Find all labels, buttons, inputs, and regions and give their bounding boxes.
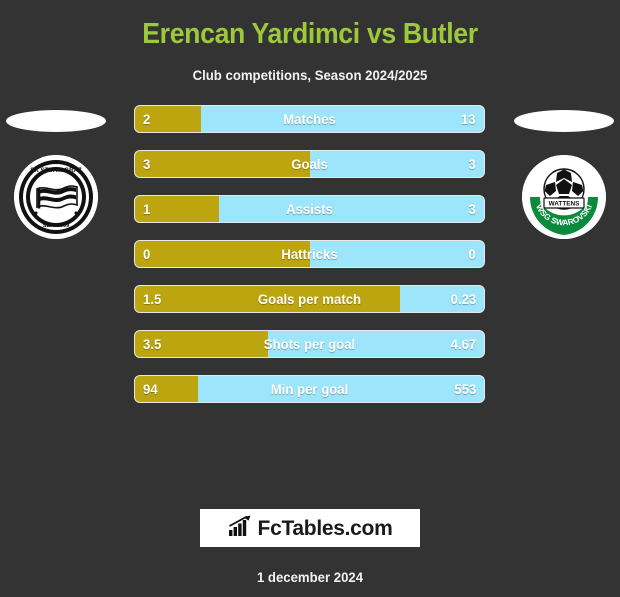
away-value-goals: 3 [468, 156, 476, 172]
away-team-crest: WATTENS WSG SWAROVSKI [522, 155, 606, 239]
stat-label-matches: Matches [283, 111, 336, 127]
footer-date: 1 december 2024 [256, 569, 364, 585]
stat-label-shots-per-goal: Shots per goal [263, 336, 356, 352]
stat-row-assists: 1 Assists 3 [134, 195, 485, 223]
away-value-hattricks: 0 [468, 246, 476, 262]
stat-label-goals: Goals [291, 156, 328, 172]
brand-text: FcTables.com [257, 516, 393, 540]
stat-label-hattricks: Hattricks [281, 246, 338, 262]
away-value-goals-per-match: 0.23 [450, 291, 476, 307]
fctables-brand-logo[interactable]: FcTables.com [200, 509, 420, 547]
away-value-shots-per-goal: 4.67 [450, 336, 476, 352]
stat-label-assists: Assists [286, 201, 333, 217]
bar-chart-growth-icon [228, 515, 252, 542]
away-value-assists: 3 [468, 201, 476, 217]
stat-row-goals: 3 Goals 3 [134, 150, 485, 178]
stat-label-min-per-goal: Min per goal [270, 381, 349, 397]
stat-row-matches: 2 Matches 13 [134, 105, 485, 133]
svg-text:SEIT 1909: SEIT 1909 [43, 223, 69, 229]
stats-bar-list: 2 Matches 13 3 Goals 3 1 Assists 3 0 Hat… [134, 105, 485, 420]
stat-row-goals-per-match: 1.5 Goals per match 0.23 [134, 285, 485, 313]
stat-label-goals-per-match: Goals per match [257, 291, 362, 307]
comparison-area: SK STURM GRAZ SEIT 1909 WATTENS WSG SWAR… [0, 105, 620, 405]
decorative-ellipse-right [514, 110, 614, 132]
home-team-crest: SK STURM GRAZ SEIT 1909 [14, 155, 98, 239]
page-subtitle: Club competitions, Season 2024/2025 [192, 67, 428, 83]
svg-text:SK STURM GRAZ: SK STURM GRAZ [30, 167, 82, 174]
away-value-matches: 13 [461, 111, 476, 127]
decorative-ellipse-left [6, 110, 106, 132]
away-value-min-per-goal: 553 [454, 381, 476, 397]
stat-row-hattricks: 0 Hattricks 0 [134, 240, 485, 268]
svg-text:WATTENS: WATTENS [549, 201, 581, 208]
page-title: Erencan Yardimci vs Butler [142, 18, 478, 50]
footer: FcTables.com 1 december 2024 [0, 509, 620, 597]
stat-row-shots-per-goal: 3.5 Shots per goal 4.67 [134, 330, 485, 358]
stat-row-min-per-goal: 94 Min per goal 553 [134, 375, 485, 403]
